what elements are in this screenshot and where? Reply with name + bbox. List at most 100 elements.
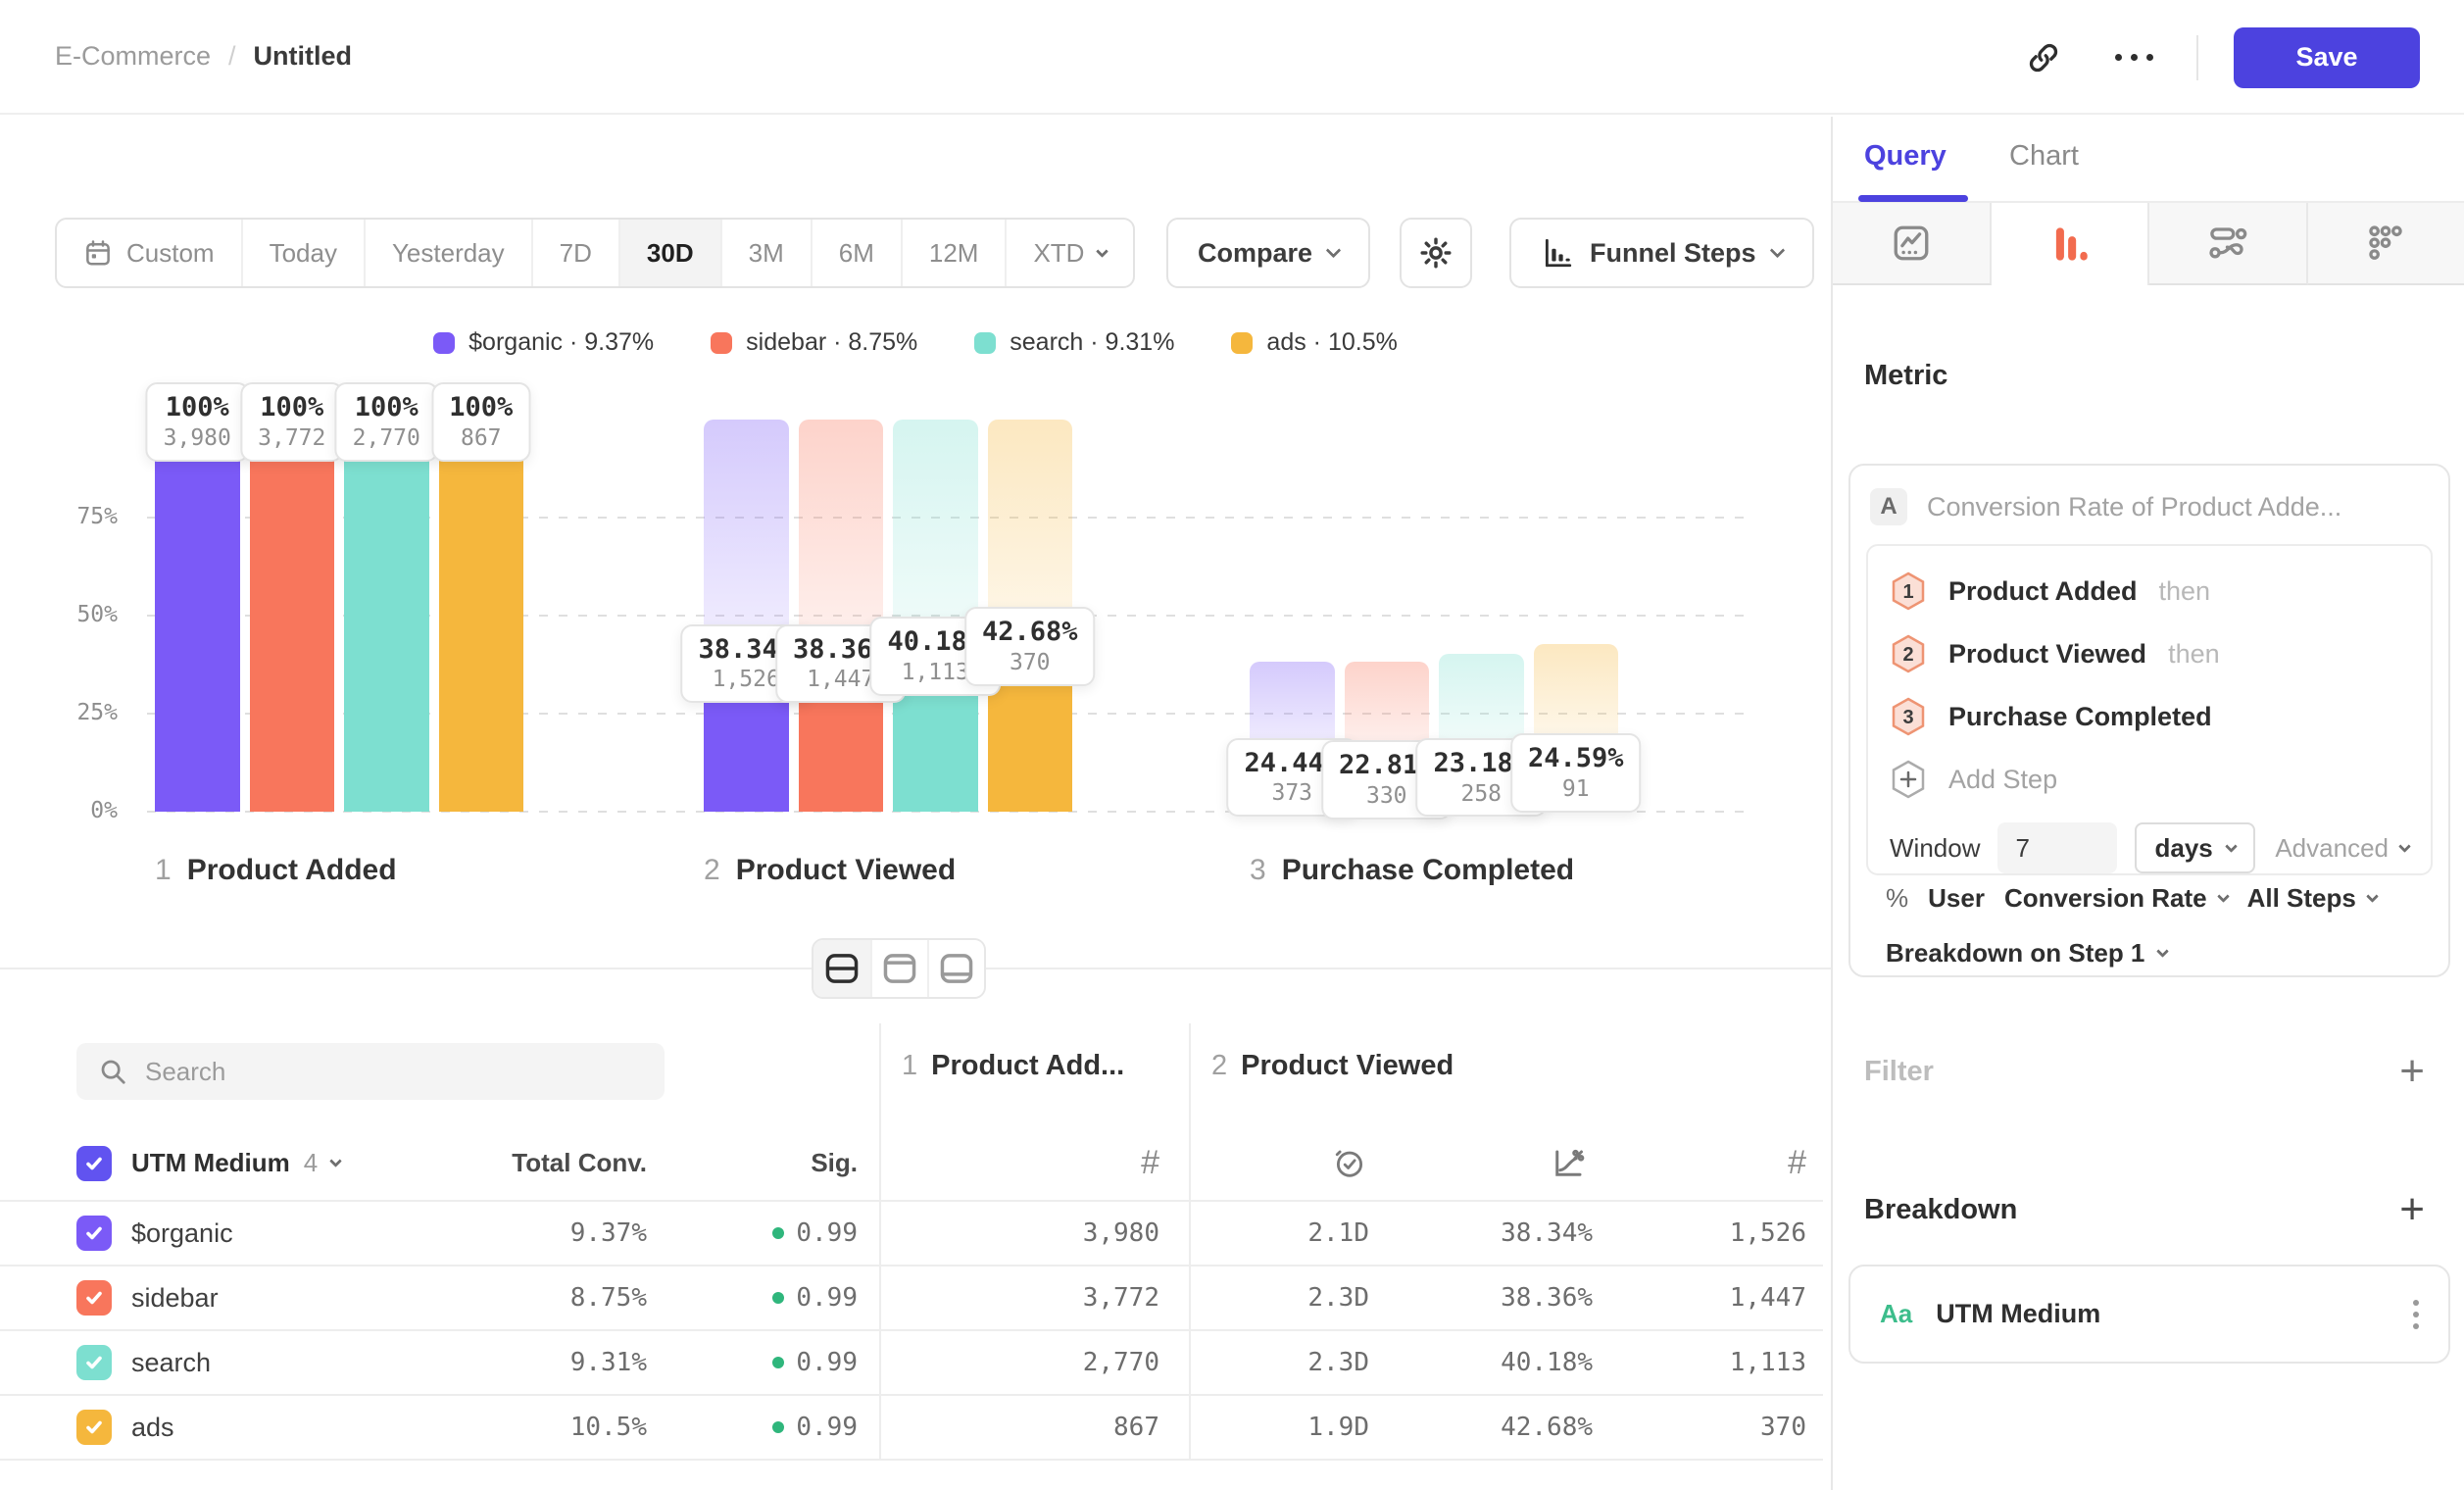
table-row-search[interactable]: search9.31%0.992,7702.3D40.18%1,113 (0, 1331, 1823, 1396)
breadcrumb-report-title[interactable]: Untitled (254, 41, 353, 72)
measure-row: % User Conversion Rate All Steps (1886, 883, 2377, 914)
gear-icon (1418, 235, 1454, 271)
entity-selector[interactable]: User (1928, 883, 1985, 914)
tab-query[interactable]: Query (1864, 140, 1947, 173)
add-step-button[interactable]: Add Step (1890, 748, 2409, 811)
funnel-bar-ads-step1[interactable]: 100%867 (439, 420, 524, 812)
count-column-icon[interactable]: # (1141, 1126, 1159, 1200)
table-row-organic[interactable]: $organic9.37%0.993,9802.1D38.34%1,526 (0, 1202, 1823, 1266)
table-search (76, 1043, 665, 1100)
count-column-icon[interactable]: # (1788, 1126, 1806, 1200)
range-3m[interactable]: 3M (720, 220, 811, 286)
funnel-bar-sidebar-step2[interactable]: 38.36%1,447 (799, 420, 884, 812)
window-value-input[interactable] (1997, 822, 2117, 873)
select-all-checkbox[interactable] (76, 1126, 112, 1200)
breadcrumb-project[interactable]: E-Commerce (55, 41, 211, 72)
range-7d[interactable]: 7D (531, 220, 618, 286)
layout-split-button[interactable] (813, 940, 870, 997)
table-group-step1[interactable]: 1 Product Add... (902, 1050, 1124, 1082)
table-group-step2[interactable]: 2 Product Viewed (1211, 1050, 1454, 1082)
query-step-3[interactable]: 3Purchase Completed (1890, 685, 2409, 748)
legend-label: ads · 10.5% (1266, 328, 1397, 357)
bar-percent: 100% (164, 391, 231, 424)
table-row-sidebar[interactable]: sidebar8.75%0.993,7722.3D38.36%1,447 (0, 1266, 1823, 1331)
row-checkbox[interactable] (76, 1266, 112, 1329)
tab-flows[interactable] (2149, 203, 2308, 285)
legend-item-ads[interactable]: ads · 10.5% (1231, 328, 1397, 357)
advanced-toggle[interactable]: Advanced (2275, 833, 2409, 864)
window-unit-label: days (2154, 833, 2212, 864)
metric-series-row[interactable]: A Conversion Rate of Product Adde... (1870, 485, 2429, 528)
more-menu-button[interactable] (2106, 30, 2161, 85)
split-view-icon (824, 953, 860, 984)
funnel-bar-organic-step2[interactable]: 38.34%1,526 (704, 420, 789, 812)
range-label: 12M (929, 238, 979, 269)
step1-count: 867 (1113, 1396, 1159, 1459)
step-number: 1 (902, 1050, 917, 1082)
step-number: 1 (155, 854, 172, 887)
breakdown-on-selector[interactable]: Breakdown on Step 1 (1886, 938, 2167, 968)
range-6m[interactable]: 6M (811, 220, 901, 286)
funnel-bar-ads-step3[interactable]: 24.59%91 (1534, 420, 1619, 812)
breakdown-options-button[interactable] (2413, 1300, 2419, 1329)
range-yesterday[interactable]: Yesterday (364, 220, 531, 286)
metric-selector[interactable]: Conversion Rate (2004, 883, 2228, 914)
search-input[interactable] (145, 1057, 643, 1087)
table-row-ads[interactable]: ads10.5%0.998671.9D42.68%370 (0, 1396, 1823, 1461)
bar-group-step1: 100%3,980100%3,772100%2,770100%867 (155, 420, 523, 812)
add-filter-button[interactable]: + (2399, 1050, 2425, 1093)
bar-percent: 42.68% (982, 616, 1078, 649)
step-number: 3 (1250, 854, 1266, 887)
significance-value: 0.99 (772, 1396, 858, 1459)
save-button[interactable]: Save (2234, 27, 2420, 88)
legend-item-search[interactable]: search · 9.31% (974, 328, 1174, 357)
scope-selector[interactable]: All Steps (2247, 883, 2377, 914)
chart-settings-button[interactable] (1400, 218, 1472, 288)
funnel-bar-search-step1[interactable]: 100%2,770 (344, 420, 429, 812)
tab-retention[interactable] (2308, 203, 2464, 285)
step2-count: 1,526 (1730, 1202, 1806, 1265)
breakdown-property-card[interactable]: Aa UTM Medium (1848, 1265, 2450, 1364)
sig-header[interactable]: Sig. (811, 1126, 858, 1200)
layout-table-only-button[interactable] (927, 940, 984, 997)
chevron-down-icon (1097, 245, 1109, 258)
chart-type-selector[interactable]: Funnel Steps (1509, 218, 1814, 288)
query-step-1[interactable]: 1Product Addedthen (1890, 560, 2409, 622)
step2-avg-time: 2.3D (1307, 1266, 1369, 1329)
compare-button[interactable]: Compare (1166, 218, 1370, 288)
conversion-rate-icon[interactable] (1551, 1126, 1586, 1200)
range-30d[interactable]: 30D (618, 220, 720, 286)
total-conv-header[interactable]: Total Conv. (512, 1126, 647, 1200)
bar-group-step3: 24.44%37322.81%33023.18%25824.59%91 (1250, 420, 1618, 812)
tab-chart[interactable]: Chart (2009, 140, 2079, 173)
breadcrumb: E-Commerce / Untitled (55, 41, 352, 72)
significance-value: 0.99 (772, 1331, 858, 1394)
string-type-icon: Aa (1880, 1299, 1912, 1329)
legend-swatch (433, 332, 455, 354)
tab-funnels[interactable] (1992, 203, 2150, 285)
time-to-convert-icon[interactable] (1333, 1126, 1366, 1200)
window-unit-select[interactable]: days (2135, 822, 2254, 873)
funnel-bar-organic-step1[interactable]: 100%3,980 (155, 420, 240, 812)
range-today[interactable]: Today (241, 220, 364, 286)
funnel-bar-sidebar-step1[interactable]: 100%3,772 (250, 420, 335, 812)
bottom-pane-icon (939, 953, 974, 984)
tab-insights[interactable] (1833, 203, 1992, 285)
range-12m[interactable]: 12M (901, 220, 1006, 286)
row-checkbox[interactable] (76, 1331, 112, 1394)
legend-item-organic[interactable]: $organic · 9.37% (433, 328, 654, 357)
query-step-2[interactable]: 2Product Viewedthen (1890, 622, 2409, 685)
legend-item-sidebar[interactable]: sidebar · 8.75% (711, 328, 917, 357)
copy-link-button[interactable] (2016, 30, 2071, 85)
breakdown-column-header[interactable]: UTM Medium 4 (131, 1126, 340, 1200)
step2-avg-time: 1.9D (1307, 1396, 1369, 1459)
row-checkbox[interactable] (76, 1396, 112, 1459)
legend-label: sidebar · 8.75% (746, 328, 917, 357)
range-custom[interactable]: Custom (57, 220, 241, 286)
funnel-bar-ads-step2[interactable]: 42.68%370 (988, 420, 1073, 812)
row-checkbox[interactable] (76, 1202, 112, 1265)
layout-chart-only-button[interactable] (870, 940, 927, 997)
range-xtd[interactable]: XTD (1005, 220, 1133, 286)
chevron-down-icon (2157, 945, 2170, 958)
add-breakdown-button[interactable]: + (2399, 1188, 2425, 1231)
